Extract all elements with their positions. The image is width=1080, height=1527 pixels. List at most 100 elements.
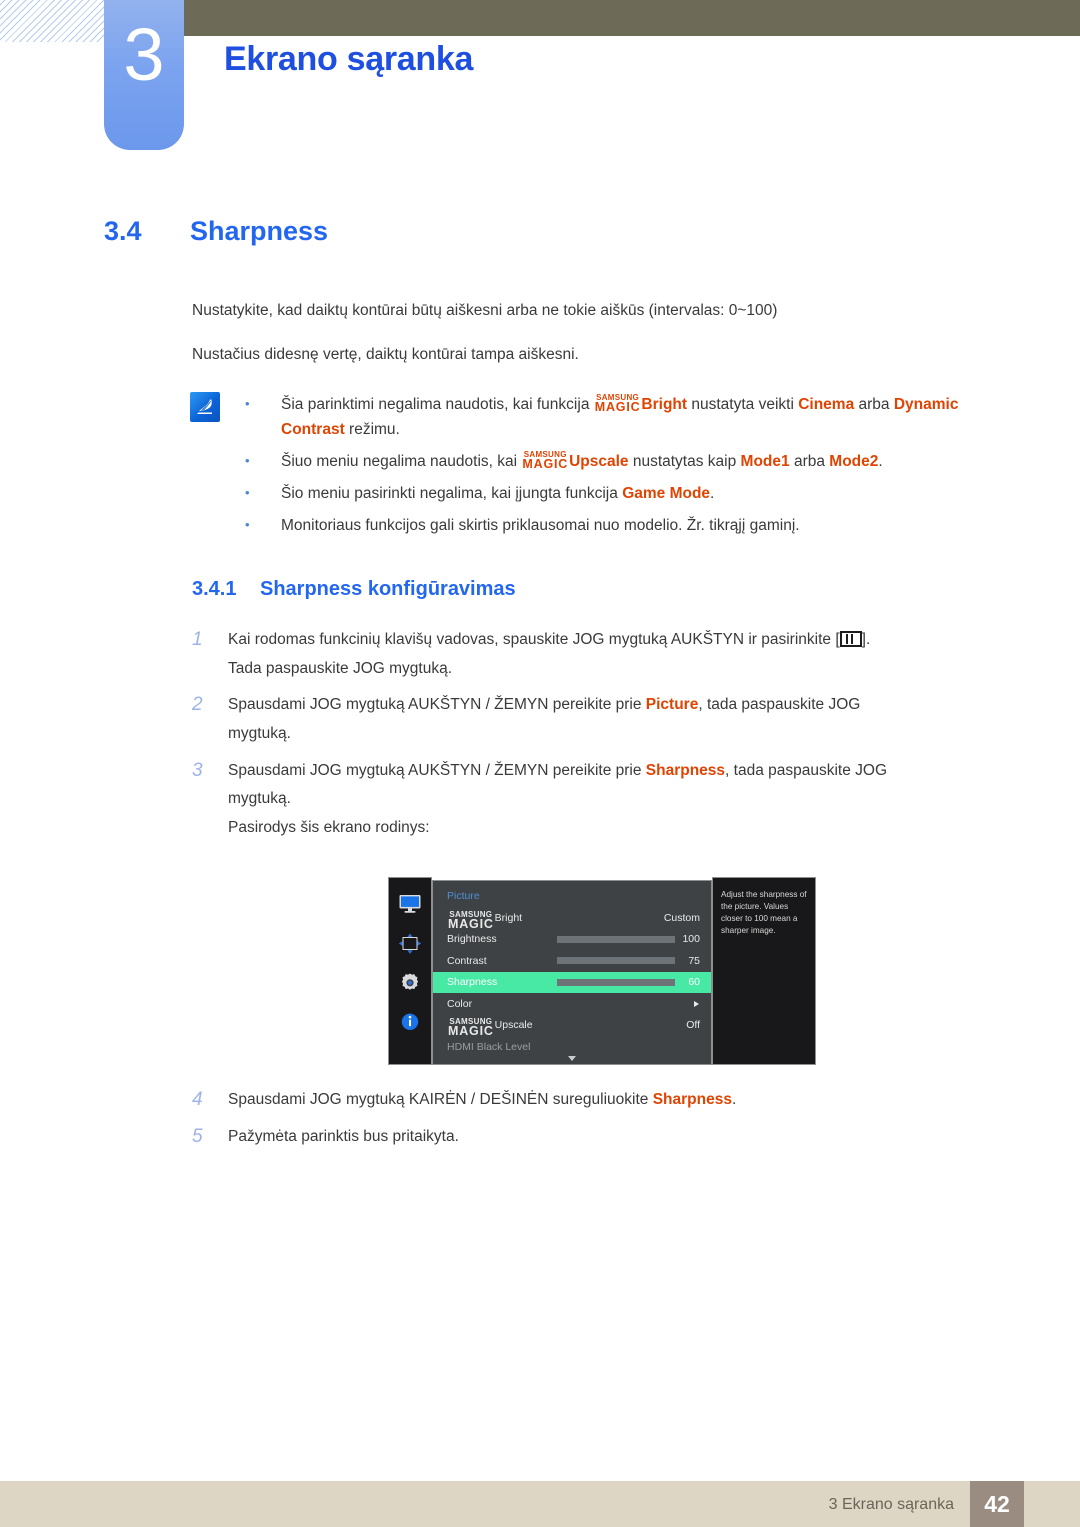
bullet-3-hl1: Game Mode: [622, 485, 711, 503]
osd-row-value: 75: [688, 954, 700, 967]
gear-icon[interactable]: [398, 972, 422, 994]
note-bullet-item: • Šia parinktimi negalima naudotis, kai …: [245, 392, 1005, 442]
osd-help-panel: Adjust the sharpness of the picture. Val…: [712, 877, 816, 1065]
note-pen-icon: [190, 392, 220, 422]
osd-sidebar: [388, 877, 432, 1065]
step-text: Kai rodomas funkcinių klavišų vadovas, s…: [228, 626, 992, 683]
procedure-step-list-continued: 4 Spausdami JOG mygtuką KAIRĖN / DEŠINĖN…: [192, 1086, 992, 1159]
step-2-text-a: Spausdami JOG mygtuką AUKŠTYN / ŽEMYN pe…: [228, 696, 646, 714]
step-text: Pažymėta parinktis bus pritaikyta.: [228, 1127, 459, 1145]
osd-row-label: Color: [447, 997, 473, 1010]
osd-screenshot: Picture SAMSUNG MAGIC Bright Custom Bright…: [388, 877, 816, 1065]
procedure-step: 4 Spausdami JOG mygtuką KAIRĖN / DEŠINĖN…: [192, 1086, 992, 1115]
bullet-3-post: .: [710, 485, 715, 503]
samsung-magic-logo: SAMSUNG MAGIC: [448, 1018, 494, 1039]
bullet-marker: •: [245, 396, 250, 411]
subsection-title: Sharpness konfigūravimas: [260, 578, 516, 600]
osd-main-panel: Picture SAMSUNG MAGIC Bright Custom Bright…: [432, 880, 712, 1065]
bullet-3-pre: Šio meniu pasirinkti negalima, kai įjung…: [281, 485, 623, 503]
step-number: 5: [192, 1125, 203, 1147]
down-arrow-icon[interactable]: [568, 1056, 576, 1061]
intro-paragraph-1: Nustatykite, kad daiktų kontūrai būtų ai…: [192, 302, 778, 319]
footer-chapter-label: 3 Ekrano sąranka: [828, 1496, 954, 1513]
contrast-slider[interactable]: [557, 957, 675, 965]
samsung-magic-logo: SAMSUNG MAGIC: [448, 910, 494, 930]
step-4-highlight: Sharpness: [652, 1091, 732, 1108]
step-text: Spausdami JOG mygtuką AUKŠTYN / ŽEMYN pe…: [228, 691, 992, 748]
osd-row-contrast[interactable]: Contrast 75: [433, 950, 711, 972]
bullet-1-mid2: arba: [854, 396, 894, 413]
note-bullet-item: • Monitoriaus funkcijos gali skirtis pri…: [245, 513, 1005, 538]
osd-row-label: Bright: [494, 911, 523, 924]
step-3-highlight: Sharpness: [645, 761, 726, 779]
bullet-1-pre: Šia parinktimi negalima naudotis, kai fu…: [281, 396, 594, 413]
step-number: 2: [192, 694, 203, 716]
osd-row-sharpness[interactable]: Sharpness 60: [433, 971, 711, 993]
osd-row-value: Custom: [663, 911, 700, 924]
step-2-highlight: Picture: [645, 696, 699, 714]
osd-row-label: Brightness: [447, 933, 497, 946]
footer-page-number: 42: [970, 1481, 1024, 1527]
step-2-sub: mygtuką.: [228, 725, 291, 743]
note-bullet-item: • Šio meniu pasirinkti negalima, kai įju…: [245, 481, 1005, 506]
step-3-text-b: , tada paspauskite JOG: [725, 761, 888, 779]
osd-row-color[interactable]: Color: [433, 993, 711, 1015]
chevron-right-icon: [694, 1000, 699, 1007]
step-number: 3: [192, 759, 203, 781]
bullet-2-mid2: arba: [789, 453, 830, 471]
osd-row-value: Off: [686, 1019, 700, 1032]
brightness-slider[interactable]: [557, 935, 675, 943]
bullet-1-mid: nustatyta veikti: [687, 396, 799, 413]
bullet-2-hl2: Mode2: [829, 453, 879, 471]
note-bullet-text: Šiuo meniu negalima naudotis, kai SAMSUN…: [281, 449, 1005, 474]
chapter-title: Ekrano sąranka: [224, 40, 474, 78]
section-heading: 3.4 Sharpness: [104, 216, 328, 247]
decorative-hatch-pattern: [0, 0, 112, 42]
note-bullet-text: Šia parinktimi negalima naudotis, kai fu…: [281, 392, 1005, 442]
subsection-heading: 3.4.1 Sharpness konfigūravimas: [192, 578, 516, 601]
sharpness-slider[interactable]: [557, 978, 675, 986]
step-number: 1: [192, 629, 203, 650]
bullet-2-magic-suffix: Upscale: [569, 453, 629, 471]
samsung-magic-bottom: MAGIC: [594, 400, 641, 414]
osd-row-label: HDMI Black Level: [447, 1040, 531, 1053]
step-number: 4: [192, 1089, 203, 1110]
samsung-magic-logo: SAMSUNG MAGIC: [594, 394, 641, 414]
move-arrows-icon[interactable]: [398, 933, 422, 955]
osd-row-label: Sharpness: [447, 976, 498, 989]
osd-row-hdmi-black-level[interactable]: HDMI Black Level: [433, 1036, 711, 1058]
menu-bars-icon: [839, 631, 862, 647]
samsung-magic-logo: SAMSUNG MAGIC: [522, 451, 569, 472]
chapter-number-badge: 3: [104, 0, 184, 150]
procedure-step: 1 Kai rodomas funkcinių klavišų vadovas,…: [192, 626, 992, 683]
bullet-2-pre: Šiuo meniu negalima naudotis, kai: [281, 453, 522, 471]
monitor-icon[interactable]: [398, 894, 422, 916]
bullet-marker: •: [245, 517, 250, 533]
bullet-1-hl1: Cinema: [798, 396, 855, 413]
osd-row-value: 100: [682, 933, 700, 946]
osd-row-magicupscale[interactable]: SAMSUNG MAGIC Upscale Off: [433, 1015, 711, 1039]
bullet-1-magic-suffix: Bright: [641, 396, 688, 413]
bullet-marker: •: [245, 453, 250, 469]
header-olive-bar: [112, 0, 1080, 36]
step-3-sub2: Pasirodys šis ekrano rodinys:: [228, 819, 430, 837]
step-3-sub: mygtuką.: [228, 790, 291, 808]
step-1-sub: Tada paspauskite JOG mygtuką.: [228, 659, 453, 677]
note-bullet-text: Monitoriaus funkcijos gali skirtis prikl…: [281, 517, 800, 535]
step-text: Spausdami JOG mygtuką KAIRĖN / DEŠINĖN s…: [228, 1086, 992, 1115]
osd-row-brightness[interactable]: Brightness 100: [433, 929, 711, 951]
step-text: Spausdami JOG mygtuką AUKŠTYN / ŽEMYN pe…: [228, 757, 992, 843]
bullet-2-post: .: [878, 453, 883, 471]
info-icon[interactable]: [398, 1011, 422, 1033]
bullet-2-hl1: Mode1: [740, 453, 790, 471]
step-1-text-a: Kai rodomas funkcinių klavišų vadovas, s…: [228, 631, 840, 648]
osd-row-value: 60: [688, 976, 700, 989]
samsung-magic-bottom: MAGIC: [448, 1024, 494, 1039]
samsung-magic-bottom: MAGIC: [522, 457, 569, 472]
osd-row-magicbright[interactable]: SAMSUNG MAGIC Bright Custom: [433, 907, 711, 930]
chapter-number: 3: [123, 13, 165, 96]
procedure-step: 5 Pažymėta parinktis bus pritaikyta.: [192, 1123, 992, 1152]
bullet-marker: •: [245, 485, 250, 501]
step-4-text-a: Spausdami JOG mygtuką KAIRĖN / DEŠINĖN s…: [228, 1091, 653, 1108]
osd-menu-title: Picture: [447, 890, 480, 902]
